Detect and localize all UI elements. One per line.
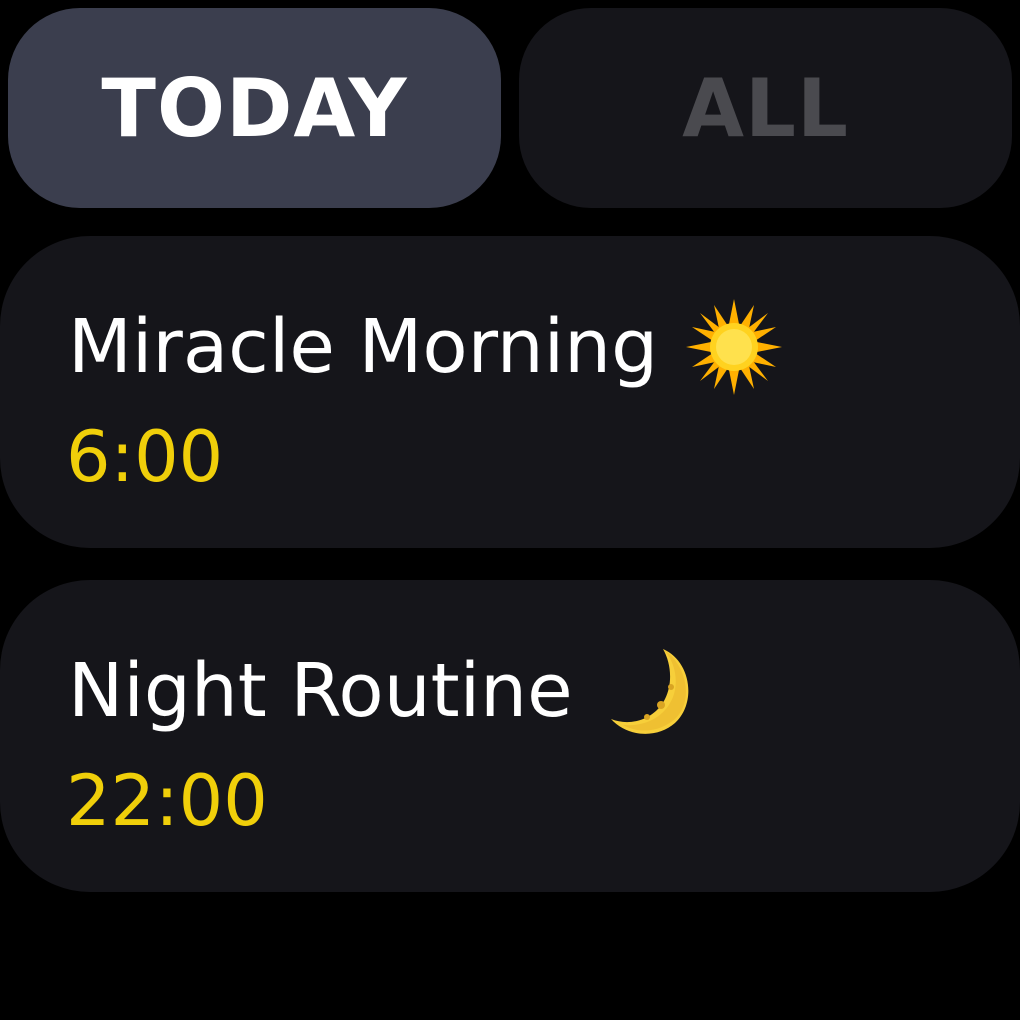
routine-card-night-routine[interactable]: Night Routine 22:00 <box>0 580 1020 892</box>
crescent-moon-icon-graphic <box>610 649 688 734</box>
tab-all-label: ALL <box>682 61 849 155</box>
tab-today[interactable]: TODAY <box>8 8 501 208</box>
routine-card-miracle-morning[interactable]: Miracle Morning 6:00 <box>0 236 1020 548</box>
crescent-moon-icon <box>599 641 699 741</box>
routine-title: Miracle Morning <box>68 304 659 390</box>
filter-tabs: TODAY ALL <box>8 8 1012 208</box>
routine-time: 22:00 <box>66 760 268 842</box>
sun-icon <box>684 297 784 397</box>
routine-title-row: Miracle Morning <box>68 292 784 402</box>
sun-icon-graphic <box>686 299 783 395</box>
routine-title-row: Night Routine <box>68 636 699 746</box>
tab-today-label: TODAY <box>101 61 408 155</box>
routine-time: 6:00 <box>66 416 224 498</box>
tab-all[interactable]: ALL <box>519 8 1012 208</box>
routine-list: Miracle Morning 6:00 Night Routine 22:00 <box>0 236 1020 924</box>
routine-title: Night Routine <box>68 648 573 734</box>
